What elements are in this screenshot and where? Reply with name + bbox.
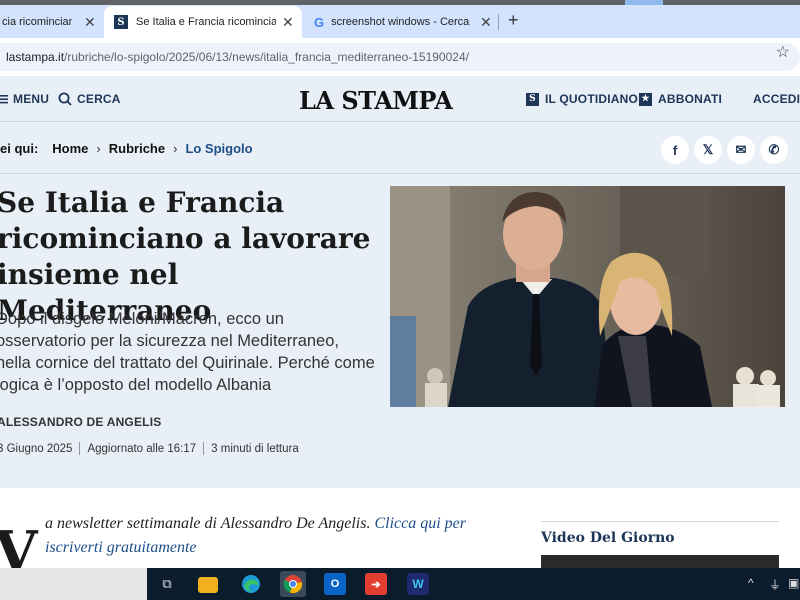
file-explorer-icon[interactable] <box>198 577 218 593</box>
close-tab-icon[interactable]: ✕ <box>84 14 96 31</box>
window-top-edge <box>0 0 800 5</box>
menu-label: MENU <box>13 92 50 106</box>
quotidiano-label: IL QUOTIDIANO <box>545 92 639 106</box>
chrome-icon[interactable] <box>280 571 306 597</box>
url-text: lastampa.it/rubriche/lo-spigolo/2025/06/… <box>0 50 469 64</box>
browser-tab-strip: cia ricominciano ✕ S Se Italia e Francia… <box>0 0 800 38</box>
app-red-icon[interactable]: ➔ <box>365 573 387 595</box>
la-stampa-favicon-icon: S <box>114 15 128 29</box>
breadcrumb: ei qui: Home › Rubriche › Lo Spigolo <box>0 141 253 156</box>
meta-divider <box>79 442 81 455</box>
outlook-icon[interactable]: O <box>324 573 346 595</box>
usb-device-icon[interactable]: ⏚ <box>769 576 781 593</box>
article-summary: Dopo il disgelo Meloni/Macron, ecco un o… <box>0 310 375 394</box>
accedi-link[interactable]: ACCEDI <box>753 92 800 106</box>
new-tab-button[interactable]: + <box>508 10 519 31</box>
search-icon <box>58 92 72 106</box>
facebook-share-icon[interactable]: f <box>661 136 689 164</box>
abbonati-label: ABBONATI <box>658 92 723 106</box>
hamburger-icon <box>0 95 8 104</box>
email-share-icon[interactable]: ✉ <box>727 136 755 164</box>
article-hero-photo <box>390 186 785 407</box>
la-stampa-logo[interactable]: LA STAMPA <box>299 86 453 115</box>
newsletter-text: a newsletter settimanale di Alessandro D… <box>45 515 375 532</box>
app-w-icon[interactable]: W <box>407 573 429 595</box>
edge-icon[interactable] <box>240 573 262 595</box>
article-meta: 3 Giugno 2025 Aggiornato alle 16:17 3 mi… <box>0 442 299 455</box>
publish-date: 3 Giugno 2025 <box>0 442 73 455</box>
video-del-giorno-heading[interactable]: Video Del Giorno <box>541 521 779 546</box>
close-tab-icon[interactable]: ✕ <box>282 14 294 31</box>
task-view-icon[interactable]: ⧉ <box>156 573 178 595</box>
browser-tab-1[interactable]: cia ricominciano ✕ <box>0 6 104 38</box>
updated-time: Aggiornato alle 16:17 <box>87 442 197 455</box>
browser-tab-3[interactable]: G screenshot windows - Cerca co ✕ <box>302 6 498 38</box>
chrome-logo-icon <box>283 575 303 594</box>
abbonati-link[interactable]: ★ ABBONATI <box>639 92 722 106</box>
hero-photo-illustration <box>390 186 785 407</box>
url-path: /rubriche/lo-spigolo/2025/06/13/news/ita… <box>64 50 469 64</box>
browser-tab-2-active[interactable]: S Se Italia e Francia ricominciano ✕ <box>104 6 302 38</box>
search-button[interactable]: CERCA <box>58 92 121 106</box>
tab-title: screenshot windows - Cerca co <box>331 16 472 28</box>
tray-chevron-up-icon[interactable]: ^ <box>748 576 754 590</box>
network-icon[interactable]: ▣ <box>788 576 799 590</box>
meta-divider <box>203 442 205 455</box>
tab-divider <box>498 14 499 30</box>
breadcrumb-lo-spigolo[interactable]: Lo Spigolo <box>185 141 252 156</box>
reading-time: 3 minuti di lettura <box>211 442 299 455</box>
search-label: CERCA <box>77 92 121 106</box>
video-thumbnail[interactable] <box>541 555 779 568</box>
quotidiano-icon: S <box>526 92 539 106</box>
close-tab-icon[interactable]: ✕ <box>480 14 492 31</box>
newsletter-paragraph: a newsletter settimanale di Alessandro D… <box>45 512 515 560</box>
windows-taskbar: ⧉ O ➔ W ^ ⏚ ▣ <box>0 568 800 600</box>
taskbar-search-box[interactable] <box>0 568 147 600</box>
breadcrumb-label: ei qui: <box>0 141 39 156</box>
whatsapp-share-icon[interactable]: ✆ <box>760 136 788 164</box>
breadcrumb-rubriche[interactable]: Rubriche <box>109 141 165 156</box>
url-host: lastampa.it <box>6 50 65 64</box>
breadcrumb-home[interactable]: Home <box>52 141 88 156</box>
x-share-icon[interactable]: 𝕏 <box>694 136 722 164</box>
chevron-right-icon: › <box>173 141 178 156</box>
chevron-right-icon: › <box>96 141 101 156</box>
google-favicon-icon: G <box>314 14 325 30</box>
il-quotidiano-link[interactable]: S IL QUOTIDIANO <box>526 92 638 106</box>
address-bar[interactable]: lastampa.it/rubriche/lo-spigolo/2025/06/… <box>0 43 800 71</box>
menu-button[interactable]: MENU <box>0 92 49 106</box>
star-badge-icon: ★ <box>639 92 652 106</box>
top-edge-highlight <box>625 0 663 5</box>
tab-title: cia ricominciano <box>2 16 72 28</box>
browser-toolbar: lastampa.it/rubriche/lo-spigolo/2025/06/… <box>0 38 800 76</box>
article-author[interactable]: ALESSANDRO DE ANGELIS <box>0 415 161 429</box>
edge-logo-icon <box>242 575 260 593</box>
site-header: MENU CERCA LA STAMPA S IL QUOTIDIANO ★ A… <box>0 76 800 122</box>
tab-title: Se Italia e Francia ricominciano <box>136 16 276 28</box>
bookmark-star-icon[interactable]: ☆ <box>776 42 790 62</box>
